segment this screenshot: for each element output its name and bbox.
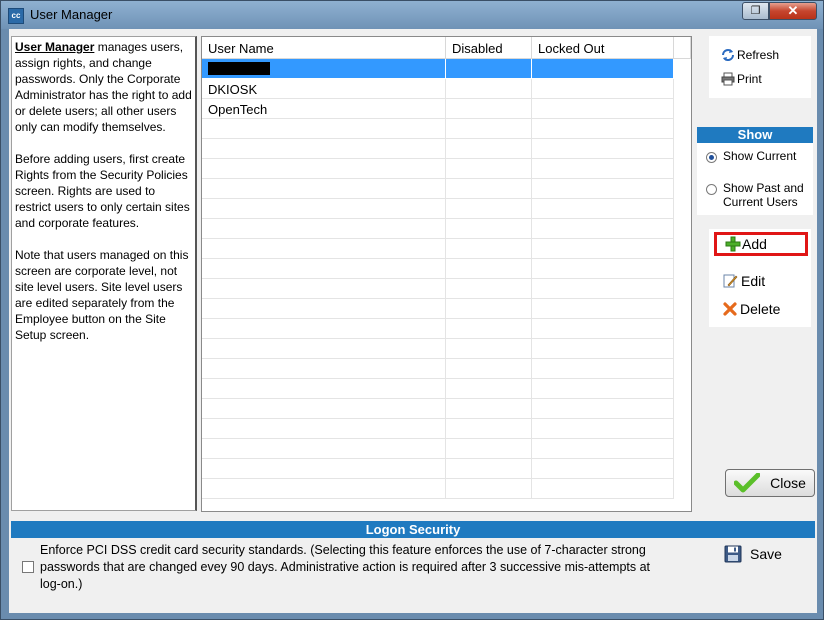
add-icon xyxy=(725,236,741,252)
refresh-label: Refresh xyxy=(737,48,780,62)
table-row xyxy=(202,239,674,259)
client-area: User Manager manages users, assign right… xyxy=(9,29,817,613)
column-header-locked-out[interactable]: Locked Out xyxy=(532,37,674,59)
show-options-panel: Show Current Show Past and Current Users xyxy=(697,143,813,215)
toolbar-panel: Refresh Print xyxy=(709,36,811,98)
user-manager-window: cc User Manager ❐ ✕ User Manager manages… xyxy=(0,0,824,620)
delete-label: Delete xyxy=(740,301,781,317)
table-row[interactable]: DKIOSK xyxy=(202,79,674,99)
cell-user-name xyxy=(202,59,446,79)
add-button[interactable]: Add xyxy=(714,232,808,256)
table-row xyxy=(202,319,674,339)
floppy-disk-icon xyxy=(724,545,742,563)
table-row xyxy=(202,199,674,219)
table-row xyxy=(202,179,674,199)
help-title: User Manager xyxy=(15,40,95,54)
column-header-disabled[interactable]: Disabled xyxy=(446,37,532,59)
table-row xyxy=(202,279,674,299)
delete-icon xyxy=(722,301,738,317)
table-row xyxy=(202,139,674,159)
radio-show-current[interactable] xyxy=(706,152,717,163)
save-button[interactable]: Save xyxy=(724,545,782,563)
help-paragraph-2: Before adding users, first create Rights… xyxy=(15,152,190,230)
refresh-icon xyxy=(721,48,735,62)
table-row xyxy=(202,299,674,319)
add-label: Add xyxy=(742,236,767,252)
table-row[interactable]: OpenTech xyxy=(202,99,674,119)
table-row xyxy=(202,439,674,459)
show-current-label: Show Current xyxy=(723,149,797,163)
cell-disabled xyxy=(446,99,532,119)
column-header-user-name[interactable]: User Name xyxy=(202,37,446,59)
save-label: Save xyxy=(750,546,782,562)
close-label: Close xyxy=(770,475,806,491)
refresh-button[interactable]: Refresh xyxy=(721,48,779,62)
close-button[interactable]: Close xyxy=(725,469,815,497)
table-row xyxy=(202,339,674,359)
edit-button[interactable]: Edit xyxy=(714,269,808,293)
pci-checkbox[interactable] xyxy=(22,561,34,573)
cell-user-name: OpenTech xyxy=(202,99,446,119)
edit-icon xyxy=(722,273,738,289)
app-icon: cc xyxy=(8,8,24,24)
help-text-panel: User Manager manages users, assign right… xyxy=(11,36,197,511)
printer-icon xyxy=(721,72,735,86)
title-bar[interactable]: cc User Manager ❐ ✕ xyxy=(1,1,823,29)
cell-locked-out xyxy=(532,59,674,79)
help-paragraph-1: manages users, assign rights, and change… xyxy=(15,40,192,134)
cell-disabled xyxy=(446,79,532,99)
logon-security-panel: Logon Security Enforce PCI DSS credit ca… xyxy=(9,519,817,613)
show-past-label-line2: Current Users xyxy=(723,195,798,209)
checkmark-icon xyxy=(733,472,761,493)
table-row xyxy=(202,399,674,419)
cell-locked-out xyxy=(532,99,674,119)
print-button[interactable]: Print xyxy=(721,72,762,86)
logon-security-header: Logon Security xyxy=(11,521,815,538)
help-paragraph-3: Note that users managed on this screen a… xyxy=(15,248,189,342)
print-label: Print xyxy=(737,72,762,86)
table-row xyxy=(202,219,674,239)
cell-locked-out xyxy=(532,79,674,99)
edit-label: Edit xyxy=(741,273,766,289)
show-past-option[interactable]: Show Past and Current Users xyxy=(706,181,804,209)
restore-button[interactable]: ❐ xyxy=(742,2,769,20)
table-row xyxy=(202,159,674,179)
table-row xyxy=(202,259,674,279)
redacted-name-block xyxy=(208,62,270,75)
cell-disabled xyxy=(446,59,532,79)
table-row xyxy=(202,379,674,399)
column-header-filler xyxy=(674,37,691,59)
show-past-label: Show Past and Current Users xyxy=(723,181,804,209)
window-close-button[interactable]: ✕ xyxy=(769,2,817,20)
grid-header: User Name Disabled Locked Out xyxy=(202,37,691,59)
radio-show-past[interactable] xyxy=(706,184,717,195)
table-row xyxy=(202,119,674,139)
table-row[interactable] xyxy=(202,59,674,79)
window-title: User Manager xyxy=(30,7,113,22)
pci-description: Enforce PCI DSS credit card security sta… xyxy=(40,543,651,591)
show-current-option[interactable]: Show Current xyxy=(706,149,796,163)
delete-button[interactable]: Delete xyxy=(714,297,808,321)
table-row xyxy=(202,479,674,499)
users-grid[interactable]: User Name Disabled Locked Out DKIOSK Ope… xyxy=(201,36,692,512)
show-past-label-line1: Show Past and xyxy=(723,181,804,195)
show-header: Show xyxy=(697,127,813,143)
table-row xyxy=(202,359,674,379)
table-row xyxy=(202,419,674,439)
table-row xyxy=(202,459,674,479)
cell-user-name: DKIOSK xyxy=(202,79,446,99)
